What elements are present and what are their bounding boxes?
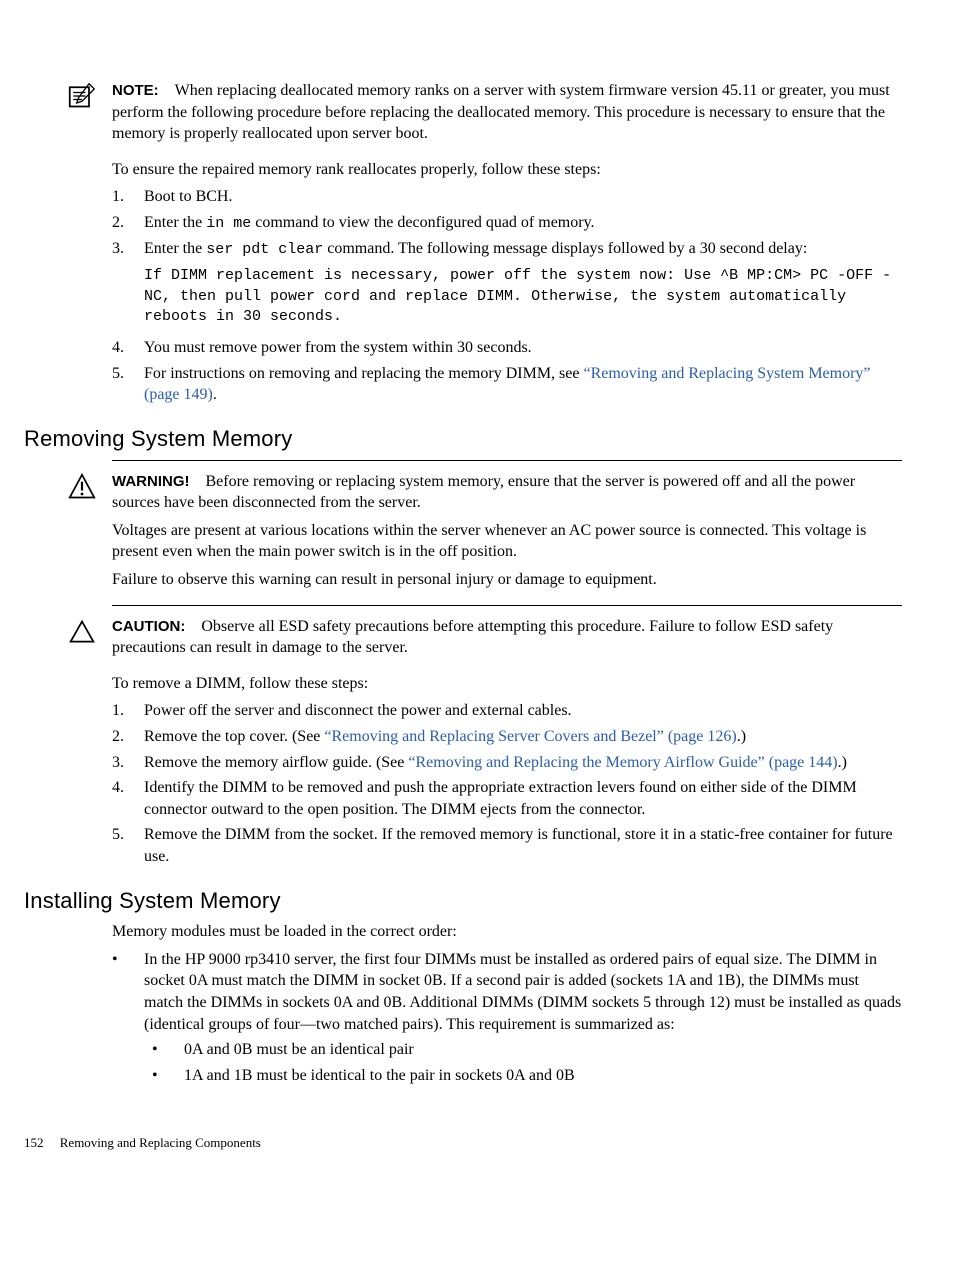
rule (112, 605, 902, 606)
page-footer: 152 Removing and Replacing Components (24, 1134, 902, 1152)
ensure-step-1: 1. Boot to BCH. (112, 186, 902, 208)
installing-subbullets: • 0A and 0B must be an identical pair • … (144, 1039, 902, 1086)
installing-bullets: • In the HP 9000 rp3410 server, the firs… (112, 949, 902, 1091)
triangle-bang-icon (68, 473, 96, 501)
installing-subbullet-1: • 0A and 0B must be an identical pair (144, 1039, 902, 1061)
removing-steps: 1. Power off the server and disconnect t… (112, 700, 902, 867)
step-number: 4. (112, 337, 144, 359)
ensure-intro: To ensure the repaired memory rank reall… (112, 159, 902, 181)
caution-body: CAUTION: Observe all ESD safety precauti… (112, 616, 902, 659)
ensure-step-3: 3. Enter the ser pdt clear command. The … (112, 238, 902, 333)
bullet-mark: • (144, 1065, 184, 1087)
step-text: Identify the DIMM to be removed and push… (144, 777, 902, 820)
step-text: Boot to BCH. (144, 186, 902, 208)
code-inline: ser pdt clear (206, 241, 323, 258)
step-text: You must remove power from the system wi… (144, 337, 902, 359)
installing-intro: Memory modules must be loaded in the cor… (112, 921, 902, 943)
page: NOTE: When replacing deallocated memory … (0, 0, 954, 1192)
ensure-step-2: 2. Enter the in me command to view the d… (112, 212, 902, 234)
removing-step-5: 5. Remove the DIMM from the socket. If t… (112, 824, 902, 867)
rule (112, 460, 902, 461)
removing-step-2: 2. Remove the top cover. (See “Removing … (112, 726, 902, 748)
caution-block: CAUTION: Observe all ESD safety precauti… (52, 616, 902, 659)
pencil-note-icon (68, 82, 96, 110)
caution-icon (52, 616, 112, 659)
note-text: When replacing deallocated memory ranks … (112, 82, 890, 142)
bullet-text: In the HP 9000 rp3410 server, the first … (144, 949, 902, 1091)
step-text: Power off the server and disconnect the … (144, 700, 902, 722)
caution-text: Observe all ESD safety precautions befor… (112, 618, 833, 657)
warning-p3: Failure to observe this warning can resu… (112, 569, 902, 591)
warning-block: WARNING! Before removing or replacing sy… (52, 471, 902, 591)
removing-step-3: 3. Remove the memory airflow guide. (See… (112, 752, 902, 774)
code-block: If DIMM replacement is necessary, power … (144, 266, 902, 327)
step-number: 2. (112, 726, 144, 748)
bullet-mark: • (144, 1039, 184, 1061)
step-number: 1. (112, 186, 144, 208)
warning-body: WARNING! Before removing or replacing sy… (112, 471, 902, 591)
subbullet-text: 1A and 1B must be identical to the pair … (184, 1065, 902, 1087)
installing-bullet-1: • In the HP 9000 rp3410 server, the firs… (112, 949, 902, 1091)
step-number: 3. (112, 752, 144, 774)
step-text: Enter the in me command to view the deco… (144, 212, 902, 234)
step-number: 2. (112, 212, 144, 234)
cross-ref-link[interactable]: “Removing and Replacing the Memory Airfl… (408, 754, 837, 771)
note-block: NOTE: When replacing deallocated memory … (52, 80, 902, 145)
caution-label: CAUTION: (112, 618, 185, 635)
installing-subbullet-2: • 1A and 1B must be identical to the pai… (144, 1065, 902, 1087)
removing-intro: To remove a DIMM, follow these steps: (112, 673, 902, 695)
installing-section: Memory modules must be loaded in the cor… (112, 921, 902, 1090)
step-text: For instructions on removing and replaci… (144, 363, 902, 406)
step-text: Remove the memory airflow guide. (See “R… (144, 752, 902, 774)
footer-title: Removing and Replacing Components (60, 1135, 261, 1150)
page-number: 152 (24, 1135, 44, 1150)
step-text: Remove the top cover. (See “Removing and… (144, 726, 902, 748)
step-number: 3. (112, 238, 144, 333)
step-number: 4. (112, 777, 144, 820)
step-number: 5. (112, 824, 144, 867)
ensure-step-5: 5. For instructions on removing and repl… (112, 363, 902, 406)
warning-p2: Voltages are present at various location… (112, 520, 902, 563)
note-icon (52, 80, 112, 145)
code-inline: in me (206, 215, 251, 232)
step-number: 1. (112, 700, 144, 722)
ensure-steps: 1. Boot to BCH. 2. Enter the in me comma… (112, 186, 902, 406)
removing-step-1: 1. Power off the server and disconnect t… (112, 700, 902, 722)
warning-icon (52, 471, 112, 591)
removing-step-4: 4. Identify the DIMM to be removed and p… (112, 777, 902, 820)
heading-removing: Removing System Memory (24, 424, 902, 454)
cross-ref-link[interactable]: “Removing and Replacing Server Covers an… (324, 728, 736, 745)
bullet-mark: • (112, 949, 144, 1091)
step-text: Enter the ser pdt clear command. The fol… (144, 238, 902, 333)
step-number: 5. (112, 363, 144, 406)
step-text: Remove the DIMM from the socket. If the … (144, 824, 902, 867)
note-body: NOTE: When replacing deallocated memory … (112, 80, 902, 145)
ensure-step-4: 4. You must remove power from the system… (112, 337, 902, 359)
heading-installing: Installing System Memory (24, 886, 902, 916)
warning-p1: WARNING! Before removing or replacing sy… (112, 471, 902, 514)
warning-label: WARNING! (112, 473, 190, 490)
removing-steps-section: To remove a DIMM, follow these steps: 1.… (112, 673, 902, 868)
ensure-section: To ensure the repaired memory rank reall… (112, 159, 902, 406)
subbullet-text: 0A and 0B must be an identical pair (184, 1039, 902, 1061)
triangle-icon (68, 618, 96, 646)
note-label: NOTE: (112, 82, 159, 99)
